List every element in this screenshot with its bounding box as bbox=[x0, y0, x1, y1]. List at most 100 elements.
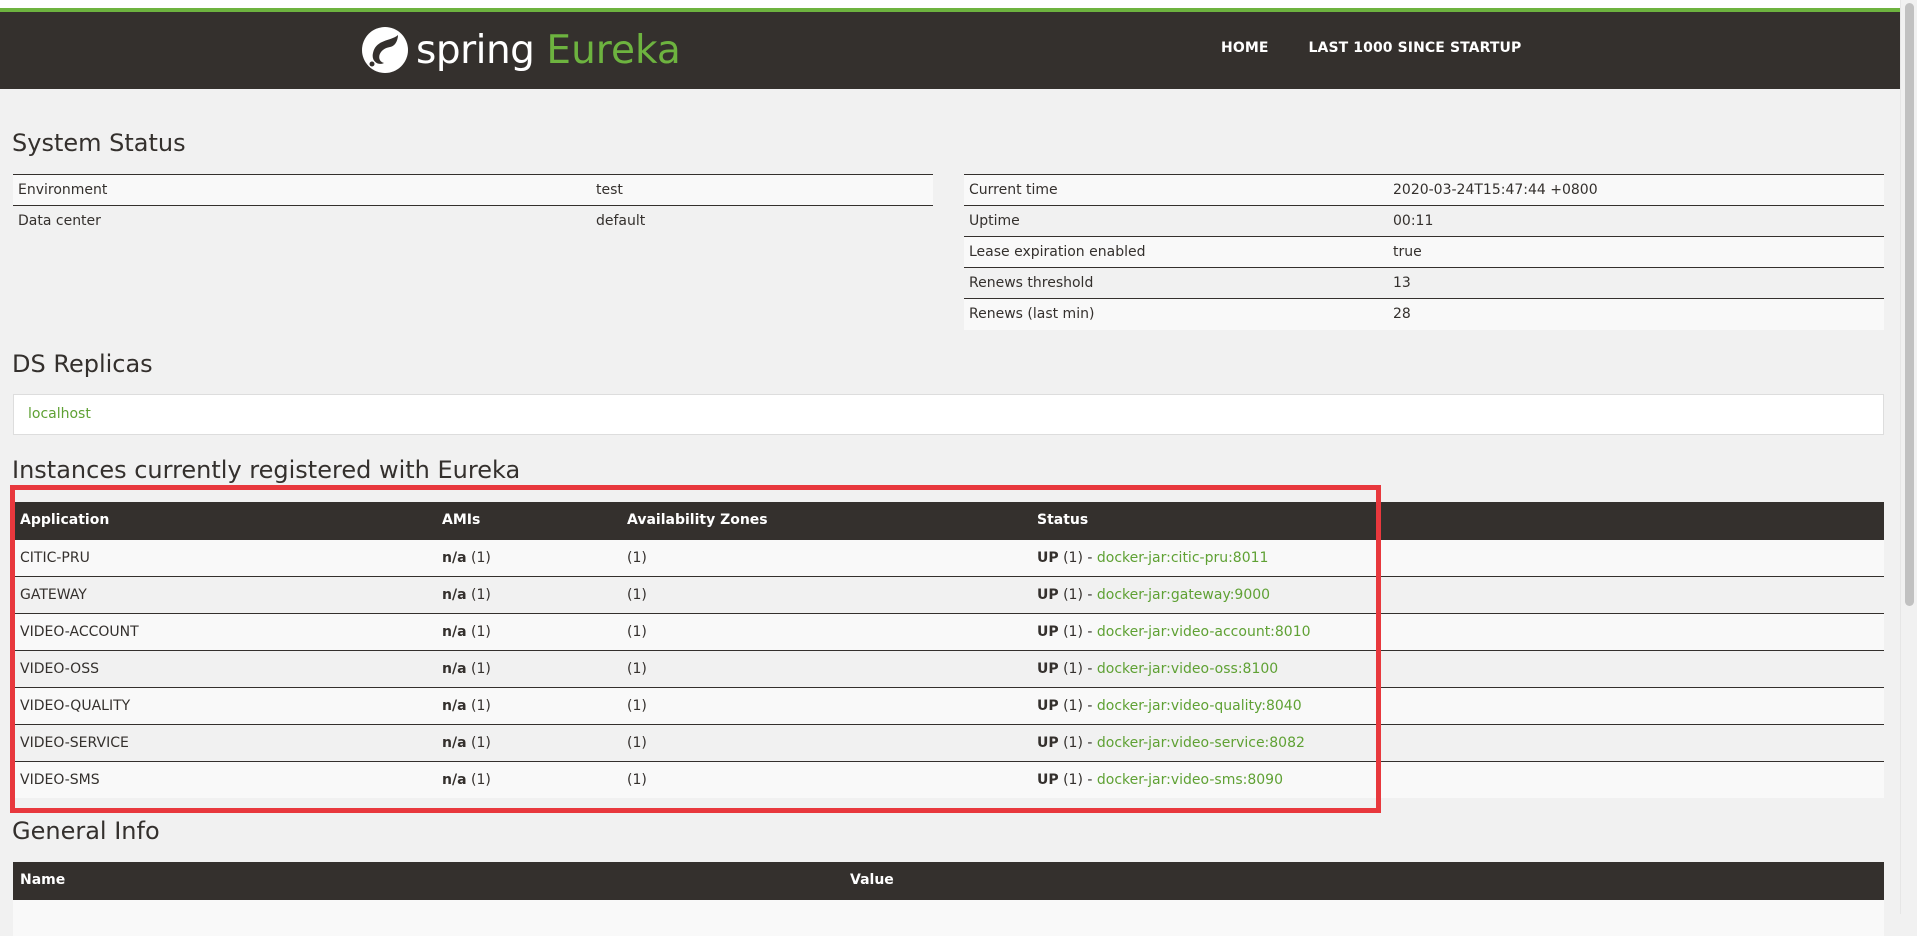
ds-replicas-title: DS Replicas bbox=[12, 350, 153, 378]
status-name: Renews threshold bbox=[964, 267, 1388, 299]
ami-value: n/a bbox=[442, 549, 467, 566]
status-count: (1) - bbox=[1058, 660, 1097, 677]
table-row: VIDEO-ACCOUNT n/a (1) (1) UP (1) - docke… bbox=[13, 612, 1884, 650]
info-value-cell bbox=[843, 898, 1884, 936]
table-row: GATEWAY n/a (1) (1) UP (1) - docker-jar:… bbox=[13, 575, 1884, 613]
table-row: Uptime 00:11 bbox=[964, 205, 1884, 237]
ami-count: (1) bbox=[466, 771, 491, 788]
table-row: VIDEO-SERVICE n/a (1) (1) UP (1) - docke… bbox=[13, 723, 1884, 761]
status-count: (1) - bbox=[1058, 586, 1097, 603]
zones-cell: (1) bbox=[620, 649, 1030, 687]
ami-count: (1) bbox=[466, 734, 491, 751]
status-cell: UP (1) - docker-jar:video-quality:8040 bbox=[1030, 686, 1884, 724]
status-cell: UP (1) - docker-jar:citic-pru:8011 bbox=[1030, 538, 1884, 576]
zones-cell: (1) bbox=[620, 612, 1030, 650]
amis-cell: n/a (1) bbox=[435, 723, 620, 761]
status-up: UP bbox=[1037, 549, 1059, 566]
status-count: (1) - bbox=[1058, 623, 1097, 640]
general-info-table: Name Value bbox=[13, 862, 1884, 936]
instance-link[interactable]: docker-jar:video-service:8082 bbox=[1097, 735, 1305, 751]
ami-count: (1) bbox=[466, 660, 491, 677]
instance-link[interactable]: docker-jar:video-account:8010 bbox=[1097, 624, 1311, 640]
replica-link-localhost[interactable]: localhost bbox=[28, 406, 91, 422]
status-cell: UP (1) - docker-jar:video-oss:8100 bbox=[1030, 649, 1884, 687]
status-value: true bbox=[1388, 236, 1884, 268]
instance-link[interactable]: docker-jar:video-quality:8040 bbox=[1097, 698, 1302, 714]
app-name: VIDEO-SERVICE bbox=[13, 723, 435, 761]
amis-cell: n/a (1) bbox=[435, 649, 620, 687]
amis-cell: n/a (1) bbox=[435, 686, 620, 724]
instances-title: Instances currently registered with Eure… bbox=[12, 456, 521, 484]
zones-cell: (1) bbox=[620, 760, 1030, 798]
table-row: Data center default bbox=[13, 205, 933, 237]
app-name: CITIC-PRU bbox=[13, 538, 435, 576]
system-status-left-table: Environment test Data center default bbox=[13, 174, 933, 237]
app-name: VIDEO-SMS bbox=[13, 760, 435, 798]
table-row bbox=[13, 898, 1884, 936]
info-name-cell bbox=[13, 898, 843, 936]
instance-link[interactable]: docker-jar:video-sms:8090 bbox=[1097, 772, 1283, 788]
status-count: (1) - bbox=[1058, 771, 1097, 788]
system-status-title: System Status bbox=[12, 129, 186, 157]
instance-link[interactable]: docker-jar:video-oss:8100 bbox=[1097, 661, 1278, 677]
status-cell: UP (1) - docker-jar:gateway:9000 bbox=[1030, 575, 1884, 613]
app-name: VIDEO-QUALITY bbox=[13, 686, 435, 724]
instances-table: Application AMIs Availability Zones Stat… bbox=[13, 502, 1884, 798]
status-name: Environment bbox=[13, 174, 591, 206]
brand-spring-text: spring bbox=[416, 27, 535, 73]
scrollbar-thumb[interactable] bbox=[1905, 3, 1914, 606]
status-value: 2020-03-24T15:47:44 +0800 bbox=[1388, 174, 1884, 206]
ami-value: n/a bbox=[442, 623, 467, 640]
top-accent-bar bbox=[0, 0, 1900, 13]
app-name: GATEWAY bbox=[13, 575, 435, 613]
status-up: UP bbox=[1037, 660, 1059, 677]
status-cell: UP (1) - docker-jar:video-service:8082 bbox=[1030, 723, 1884, 761]
table-row: Renews (last min) 28 bbox=[964, 298, 1884, 330]
status-value: 13 bbox=[1388, 267, 1884, 299]
nav-home-link[interactable]: HOME bbox=[1221, 40, 1269, 56]
zones-cell: (1) bbox=[620, 538, 1030, 576]
amis-cell: n/a (1) bbox=[435, 760, 620, 798]
table-row: CITIC-PRU n/a (1) (1) UP (1) - docker-ja… bbox=[13, 538, 1884, 576]
status-name: Current time bbox=[964, 174, 1388, 206]
app-name: VIDEO-ACCOUNT bbox=[13, 612, 435, 650]
status-name: Uptime bbox=[964, 205, 1388, 237]
ami-value: n/a bbox=[442, 586, 467, 603]
ami-value: n/a bbox=[442, 697, 467, 714]
status-value: 00:11 bbox=[1388, 205, 1884, 237]
table-header-row: Name Value bbox=[13, 862, 1884, 899]
table-row: Renews threshold 13 bbox=[964, 267, 1884, 299]
ami-count: (1) bbox=[466, 697, 491, 714]
column-header-amis: AMIs bbox=[435, 502, 620, 539]
amis-cell: n/a (1) bbox=[435, 612, 620, 650]
instance-link[interactable]: docker-jar:gateway:9000 bbox=[1097, 587, 1270, 603]
status-up: UP bbox=[1037, 586, 1059, 603]
amis-cell: n/a (1) bbox=[435, 538, 620, 576]
column-header-application: Application bbox=[13, 502, 435, 539]
navbar: spring Eureka HOME LAST 1000 SINCE START… bbox=[0, 12, 1900, 89]
column-header-status: Status bbox=[1030, 502, 1884, 539]
status-value: default bbox=[591, 205, 933, 237]
status-value: 28 bbox=[1388, 298, 1884, 330]
nav-last1000-link[interactable]: LAST 1000 SINCE STARTUP bbox=[1309, 40, 1522, 56]
ami-count: (1) bbox=[466, 586, 491, 603]
zones-cell: (1) bbox=[620, 723, 1030, 761]
status-cell: UP (1) - docker-jar:video-account:8010 bbox=[1030, 612, 1884, 650]
column-header-name: Name bbox=[13, 862, 843, 899]
status-up: UP bbox=[1037, 734, 1059, 751]
top-nav: HOME LAST 1000 SINCE STARTUP bbox=[1221, 40, 1521, 56]
ami-count: (1) bbox=[466, 549, 491, 566]
app-name: VIDEO-OSS bbox=[13, 649, 435, 687]
page-scrollbar[interactable] bbox=[1900, 0, 1917, 914]
ami-value: n/a bbox=[442, 771, 467, 788]
status-count: (1) - bbox=[1058, 549, 1097, 566]
general-info-title: General Info bbox=[12, 817, 160, 845]
status-up: UP bbox=[1037, 697, 1059, 714]
table-row: VIDEO-QUALITY n/a (1) (1) UP (1) - docke… bbox=[13, 686, 1884, 724]
table-row: Lease expiration enabled true bbox=[964, 236, 1884, 268]
ds-replicas-panel: localhost bbox=[13, 394, 1884, 435]
ami-value: n/a bbox=[442, 660, 467, 677]
instance-link[interactable]: docker-jar:citic-pru:8011 bbox=[1097, 550, 1269, 566]
brand-logo[interactable]: spring Eureka bbox=[362, 22, 681, 78]
status-up: UP bbox=[1037, 623, 1059, 640]
